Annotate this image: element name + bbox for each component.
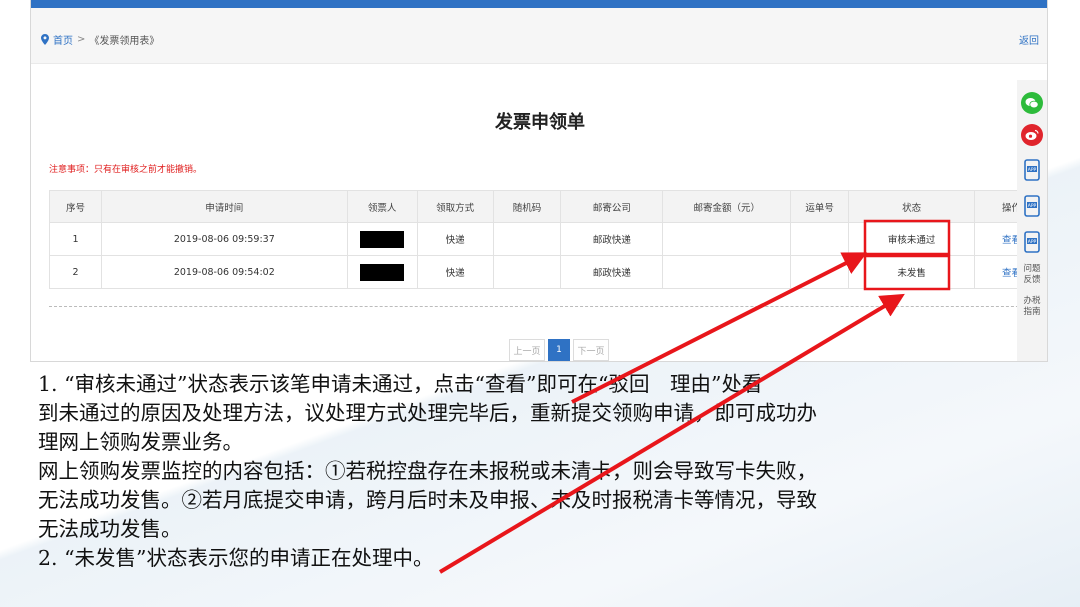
col-header-recipient: 领票人: [346, 190, 418, 223]
guide-link[interactable]: 办税指南: [1022, 296, 1042, 318]
col-header-waybill: 运单号: [790, 190, 850, 223]
row-waybill: [790, 255, 850, 289]
app-icon[interactable]: APP: [1022, 230, 1042, 254]
table-row: 2 2019-08-06 09:54:02 快递 邮政快递 未发售 查看: [49, 255, 1047, 289]
current-page-button[interactable]: 1: [548, 339, 570, 361]
breadcrumb: 首页 > 《发票领用表》: [41, 32, 159, 47]
col-header-index: 序号: [49, 190, 102, 223]
prev-page-button[interactable]: 上一页: [509, 339, 545, 361]
text-line: 理网上领购发票业务。: [38, 430, 243, 454]
row-status: 审核未通过: [848, 222, 975, 256]
row-index: 2: [49, 255, 102, 289]
breadcrumb-home[interactable]: 首页: [53, 32, 73, 47]
row-amount: [662, 255, 792, 289]
pagination: 上一页 1 下一页: [509, 339, 609, 361]
row-time: 2019-08-06 09:59:37: [100, 222, 348, 256]
location-pin-icon: [41, 34, 49, 45]
screenshot-panel: 首页 > 《发票领用表》 返回 发票申领单 注意事项：只有在审核之前才能撤销。 …: [30, 0, 1048, 362]
top-bar: [31, 0, 1047, 8]
svg-text:APP: APP: [1028, 203, 1037, 209]
feedback-link[interactable]: 问题反馈: [1022, 264, 1042, 286]
row-courier: 邮政快递: [560, 222, 664, 256]
svg-text:APP: APP: [1028, 167, 1037, 173]
table-row: 1 2019-08-06 09:59:37 快递 邮政快递 审核未通过 查看: [49, 222, 1047, 256]
notice-text: 注意事项：只有在审核之前才能撤销。: [49, 165, 203, 175]
col-header-status: 状态: [848, 190, 975, 223]
col-header-method: 领取方式: [416, 190, 494, 223]
redacted-block: [360, 230, 405, 248]
row-method: 快递: [416, 222, 494, 256]
redacted-block: [360, 263, 405, 281]
text-line: 到未通过的原因及处理方法，议处理方式处理完毕后，重新提交领购申请，即可成功办: [38, 401, 817, 425]
row-courier: 邮政快递: [560, 255, 664, 289]
col-header-amount: 邮寄金额（元）: [662, 190, 792, 223]
row-recipient: [346, 222, 418, 256]
app-icon[interactable]: APP: [1022, 158, 1042, 182]
row-index: 1: [49, 222, 102, 256]
row-status: 未发售: [848, 255, 975, 289]
next-page-button[interactable]: 下一页: [573, 339, 609, 361]
col-header-time: 申请时间: [100, 190, 348, 223]
row-recipient: [346, 255, 418, 289]
invoice-table: 序号 申请时间 领票人 领取方式 随机码 邮寄公司 邮寄金额（元） 运单号 状态…: [49, 190, 1047, 289]
text-line: 无法成功发售。: [38, 517, 182, 541]
weibo-icon[interactable]: [1021, 124, 1043, 146]
row-amount: [662, 222, 792, 256]
row-time: 2019-08-06 09:54:02: [100, 255, 348, 289]
col-header-random-code: 随机码: [492, 190, 562, 223]
row-random-code: [492, 222, 562, 256]
row-method: 快递: [416, 255, 494, 289]
explanation-text: 1. “审核未通过”状态表示该笔申请未通过，点击“查看”即可在“驳回 理由”处看…: [38, 370, 1068, 573]
text-line: 1. “审核未通过”状态表示该笔申请未通过，点击“查看”即可在“驳回 理由”处看: [38, 372, 763, 396]
text-line: 网上领购发票监控的内容包括：①若税控盘存在未报税或未清卡，则会导致写卡失败，: [38, 459, 817, 483]
breadcrumb-current: 《发票领用表》: [89, 36, 160, 47]
row-random-code: [492, 255, 562, 289]
text-line: 2. “未发售”状态表示您的申请正在处理中。: [38, 546, 434, 570]
breadcrumb-row: 首页 > 《发票领用表》 返回: [31, 8, 1047, 64]
row-waybill: [790, 222, 850, 256]
wechat-icon[interactable]: [1021, 92, 1043, 114]
table-header-row: 序号 申请时间 领票人 领取方式 随机码 邮寄公司 邮寄金额（元） 运单号 状态…: [49, 190, 1047, 223]
app-icon[interactable]: APP: [1022, 194, 1042, 218]
svg-text:APP: APP: [1028, 239, 1037, 245]
side-rail: APP APP APP 问题反馈 办税指南: [1017, 80, 1047, 361]
text-line: 无法成功发售。②若月底提交申请，跨月后时未及申报、未及时报税清卡等情况，导致: [38, 488, 817, 512]
divider: [49, 306, 1047, 307]
col-header-courier: 邮寄公司: [560, 190, 664, 223]
back-link[interactable]: 返回: [1019, 32, 1039, 47]
breadcrumb-separator: >: [77, 34, 86, 45]
page-title: 发票申领单: [495, 112, 585, 133]
